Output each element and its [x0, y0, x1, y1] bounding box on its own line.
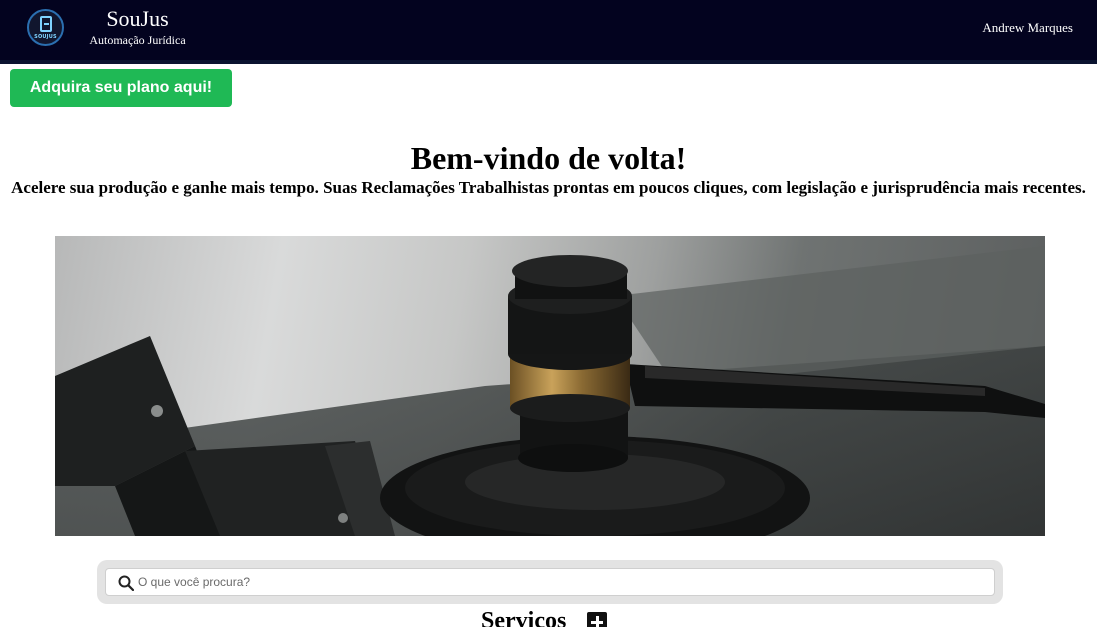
search-icon[interactable]	[118, 575, 134, 591]
brand-title[interactable]: SouJus	[85, 6, 190, 32]
logo-text: SOUJUS	[34, 34, 57, 40]
gavel-illustration	[55, 246, 1045, 536]
services-heading: Serviços	[481, 608, 567, 627]
brand-logo[interactable]: SOUJUS	[27, 9, 64, 46]
hero-image	[55, 236, 1045, 536]
brand-subtitle: Automação Jurídica	[89, 33, 186, 47]
logo-mark-icon	[40, 16, 52, 32]
page-title: Bem-vindo de volta!	[410, 140, 687, 176]
buy-plan-button[interactable]: Adquira seu plano aqui!	[10, 69, 232, 107]
search-box[interactable]	[105, 568, 998, 596]
search-input[interactable]	[138, 569, 998, 595]
user-name[interactable]: Andrew Marques	[982, 20, 1073, 36]
search-bar	[97, 560, 1003, 604]
page-subtitle: Acelere sua produção e ganhe mais tempo.…	[11, 178, 1086, 197]
plus-square-icon[interactable]	[587, 612, 607, 627]
top-navbar: SOUJUS SouJus Automação Jurídica Andrew …	[0, 0, 1097, 64]
